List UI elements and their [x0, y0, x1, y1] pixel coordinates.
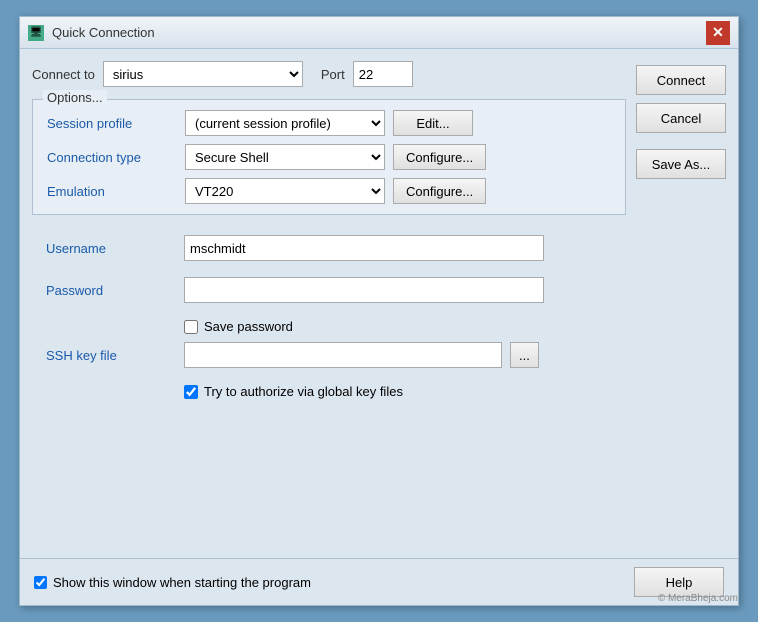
- quick-connection-dialog: 🖥 Quick Connection ✕ Connect to sirius P…: [19, 16, 739, 606]
- right-buttons: Connect Cancel Save As...: [636, 61, 726, 546]
- save-as-button[interactable]: Save As...: [636, 149, 726, 179]
- show-window-label: Show this window when starting the progr…: [53, 575, 311, 590]
- connect-to-label: Connect to: [32, 67, 95, 82]
- show-window-checkbox[interactable]: [34, 576, 47, 589]
- connection-type-label: Connection type: [47, 150, 177, 165]
- session-profile-select[interactable]: (current session profile): [185, 110, 385, 136]
- try-authorize-checkbox[interactable]: [184, 385, 198, 399]
- try-authorize-label: Try to authorize via global key files: [204, 384, 403, 399]
- username-label: Username: [46, 241, 176, 256]
- title-bar-left: 🖥 Quick Connection: [28, 25, 179, 41]
- footer-right: © MeraBheja.com Help: [634, 567, 724, 597]
- connection-type-select[interactable]: Secure Shell Telnet Rlogin Raw: [185, 144, 385, 170]
- password-row: Password: [46, 277, 612, 303]
- app-icon: 🖥: [28, 25, 44, 41]
- connect-to-select[interactable]: sirius: [103, 61, 303, 87]
- emulation-label: Emulation: [47, 184, 177, 199]
- configure-emulation-button[interactable]: Configure...: [393, 178, 486, 204]
- ssh-key-row: SSH key file ...: [46, 342, 612, 368]
- cancel-button[interactable]: Cancel: [636, 103, 726, 133]
- footer-left: Show this window when starting the progr…: [34, 575, 311, 590]
- password-label: Password: [46, 283, 176, 298]
- configure-connection-button[interactable]: Configure...: [393, 144, 486, 170]
- options-label: Options...: [43, 90, 107, 105]
- port-input[interactable]: [353, 61, 413, 87]
- ssh-key-label: SSH key file: [46, 348, 176, 363]
- title-bar: 🖥 Quick Connection ✕: [20, 17, 738, 49]
- dialog-body: Connect to sirius Port Options... Sessio…: [20, 49, 738, 558]
- try-authorize-row: Try to authorize via global key files: [46, 384, 612, 399]
- watermark: © MeraBheja.com: [658, 593, 738, 604]
- connection-type-row: Connection type Secure Shell Telnet Rlog…: [47, 144, 611, 170]
- emulation-select[interactable]: VT220 VT100 ANSI Xterm: [185, 178, 385, 204]
- dialog-title: Quick Connection: [52, 25, 155, 40]
- ssh-key-input[interactable]: [184, 342, 502, 368]
- password-input[interactable]: [184, 277, 544, 303]
- browse-button[interactable]: ...: [510, 342, 539, 368]
- username-row: Username: [46, 235, 612, 261]
- save-password-label: Save password: [204, 319, 293, 334]
- session-profile-label: Session profile: [47, 116, 177, 131]
- save-password-checkbox[interactable]: [184, 320, 198, 334]
- session-profile-row: Session profile (current session profile…: [47, 110, 611, 136]
- save-password-row: Save password: [46, 319, 612, 334]
- port-label: Port: [321, 67, 345, 82]
- emulation-row: Emulation VT220 VT100 ANSI Xterm Configu…: [47, 178, 611, 204]
- dialog-footer: Show this window when starting the progr…: [20, 558, 738, 605]
- close-button[interactable]: ✕: [706, 21, 730, 45]
- options-group: Options... Session profile (current sess…: [32, 99, 626, 215]
- main-content: Connect to sirius Port Options... Sessio…: [32, 61, 626, 546]
- connect-button[interactable]: Connect: [636, 65, 726, 95]
- connect-to-row: Connect to sirius Port: [32, 61, 626, 87]
- username-input[interactable]: [184, 235, 544, 261]
- edit-button[interactable]: Edit...: [393, 110, 473, 136]
- credentials-group: Username Password Save password SSH key …: [32, 225, 626, 409]
